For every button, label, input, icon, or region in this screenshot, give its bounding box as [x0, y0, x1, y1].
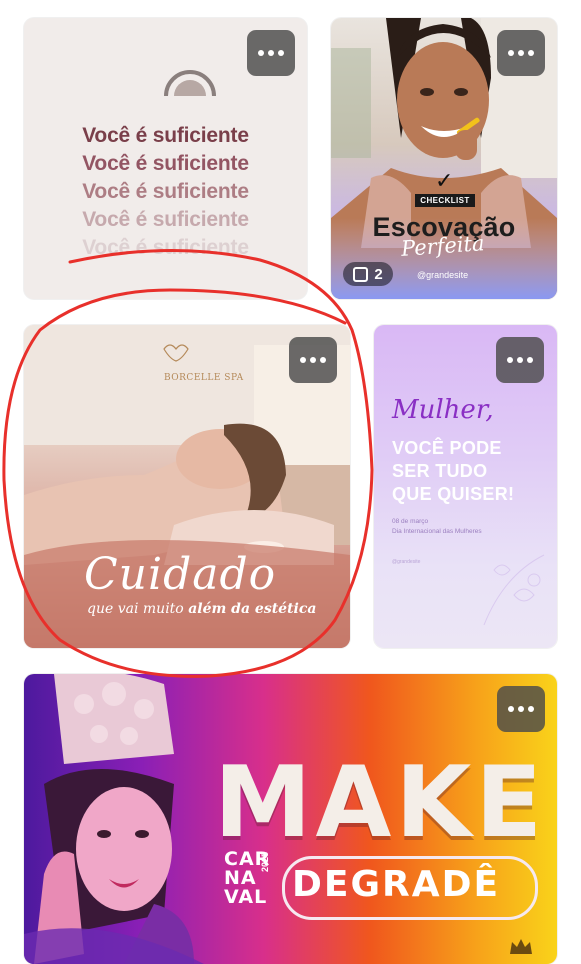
- carnaval-line: VAL: [224, 886, 268, 908]
- card-subtitle: DEGRADÊ: [292, 864, 501, 905]
- dot-icon: [518, 706, 524, 712]
- dot-icon: [320, 357, 326, 363]
- event-date: 08 de março: [392, 518, 429, 525]
- subtitle-prefix: que vai muito: [87, 601, 184, 617]
- template-card-voce-e-suficiente[interactable]: Você é suficiente Você é suficiente Você…: [24, 18, 307, 299]
- dot-icon: [268, 50, 274, 56]
- more-options-button[interactable]: [496, 337, 544, 383]
- card-title: MAKE: [214, 746, 547, 860]
- text-line-1: Você é suficiente: [82, 124, 249, 147]
- more-options-button[interactable]: [289, 337, 337, 383]
- text-line-5: Você é suficiente: [82, 236, 249, 259]
- crown-icon: [510, 939, 532, 954]
- dot-icon: [507, 357, 513, 363]
- card-script-title: Mulher,: [392, 395, 494, 425]
- template-card-escovacao-perfeita[interactable]: ✓ CHECKLIST Escovação Perfeita @grandesi…: [331, 18, 557, 299]
- template-card-mulher[interactable]: Mulher, VOCÊ PODE SER TUDO QUE QUISER! 0…: [374, 325, 557, 648]
- handle-text: @grandesite: [417, 270, 469, 280]
- brand-name: BORCELLE SPA: [164, 373, 244, 383]
- handle-text: @grandesite: [392, 559, 421, 565]
- template-card-make-degrade[interactable]: MAKE CAR NA VAL 2025 DEGRADÊ: [24, 674, 557, 964]
- headline-line: SER TUDO: [392, 461, 488, 481]
- arch-icon: [164, 70, 216, 96]
- card-subtitle: que vai muito além da estética: [87, 601, 316, 617]
- text-line-2: Você é suficiente: [82, 152, 249, 175]
- dot-icon: [310, 357, 316, 363]
- dot-icon: [527, 357, 533, 363]
- pages-icon: [353, 266, 369, 282]
- dot-icon: [278, 50, 284, 56]
- dot-icon: [517, 357, 523, 363]
- card-script-title: Cuidado: [84, 549, 277, 600]
- dot-icon: [528, 50, 534, 56]
- text-line-4: Você é suficiente: [82, 208, 249, 231]
- template-card-cuidado-spa[interactable]: BORCELLE SPA Cuidado que vai muito além …: [24, 325, 350, 648]
- event-info: 08 de março Dia Internacional das Mulher…: [392, 517, 482, 537]
- dot-icon: [508, 50, 514, 56]
- dot-icon: [528, 706, 534, 712]
- year-text: 2025: [260, 851, 270, 872]
- pages-count: 2: [374, 265, 383, 283]
- dot-icon: [518, 50, 524, 56]
- pages-count-badge: 2: [343, 262, 393, 286]
- checkmark-icon: ✓: [435, 168, 454, 193]
- dot-icon: [258, 50, 264, 56]
- checklist-badge: CHECKLIST: [415, 194, 475, 207]
- dot-icon: [508, 706, 514, 712]
- dot-icon: [300, 357, 306, 363]
- headline-line: VOCÊ PODE: [392, 438, 502, 458]
- more-options-button[interactable]: [497, 30, 545, 76]
- more-options-button[interactable]: [497, 686, 545, 732]
- text-line-3: Você é suficiente: [82, 180, 249, 203]
- card-headline: VOCÊ PODE SER TUDO QUE QUISER!: [392, 437, 514, 506]
- headline-line: QUE QUISER!: [392, 484, 515, 504]
- repeated-text: Você é suficiente Você é suficiente Você…: [24, 122, 307, 262]
- more-options-button[interactable]: [247, 30, 295, 76]
- event-name: Dia Internacional das Mulheres: [392, 528, 482, 535]
- subtitle-emphasis: além da estética: [188, 601, 317, 617]
